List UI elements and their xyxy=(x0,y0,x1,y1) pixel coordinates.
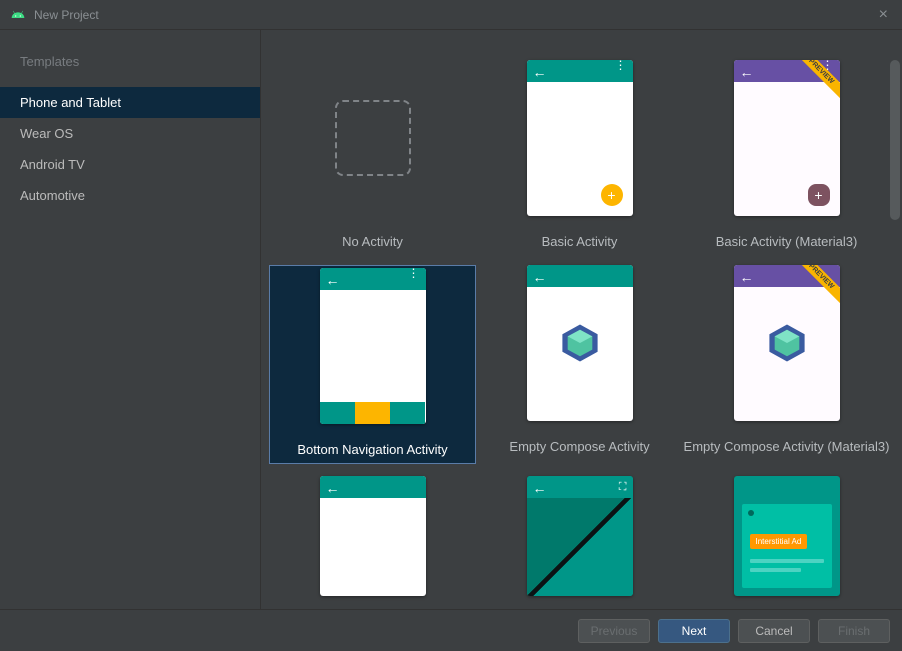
sidebar: Templates Phone and Tablet Wear OS Andro… xyxy=(0,30,261,609)
template-label: Bottom Navigation Activity xyxy=(270,438,475,461)
window-title: New Project xyxy=(34,8,99,22)
back-arrow-icon: ← xyxy=(533,64,547,80)
ad-lines xyxy=(750,559,824,572)
previous-button[interactable]: Previous xyxy=(578,619,650,643)
sidebar-item-phone-tablet[interactable]: Phone and Tablet xyxy=(0,87,260,118)
back-arrow-icon: ← xyxy=(326,480,340,496)
template-label: Basic Activity xyxy=(542,230,618,253)
template-basic-activity-m3[interactable]: ← ⋮ PREVIEW + Basic Activity (Material3) xyxy=(683,60,890,253)
next-button[interactable]: Next xyxy=(658,619,730,643)
template-ad-activity[interactable]: Interstitial Ad xyxy=(683,476,890,596)
template-no-activity[interactable]: No Activity xyxy=(269,60,476,253)
template-empty-compose-m3[interactable]: ← PREVIEW Empty Compose Activity (Materi… xyxy=(683,265,890,464)
diagonal-graphic xyxy=(527,498,633,596)
template-thumb xyxy=(320,60,426,216)
back-arrow-icon: ← xyxy=(533,269,547,285)
sidebar-item-automotive[interactable]: Automotive xyxy=(0,180,260,211)
template-label: Empty Compose Activity xyxy=(509,435,649,458)
appbar: ← xyxy=(320,476,426,498)
template-gallery: No Activity ← ⋮ + Basic Activity ← xyxy=(261,30,902,609)
sidebar-heading: Templates xyxy=(0,54,260,87)
titlebar: New Project × xyxy=(0,0,902,30)
fab-icon: + xyxy=(808,184,830,206)
back-arrow-icon: ← xyxy=(326,272,340,288)
bottom-nav-bar xyxy=(320,402,426,424)
close-icon[interactable]: × xyxy=(875,6,892,24)
back-arrow-icon: ← xyxy=(740,269,754,285)
template-thumb: ← xyxy=(320,476,426,596)
ad-card: Interstitial Ad xyxy=(742,504,832,588)
template-label: Basic Activity (Material3) xyxy=(716,230,858,253)
kebab-icon: ⋮ xyxy=(615,63,627,68)
template-empty-activity[interactable]: ← xyxy=(269,476,476,596)
kebab-icon: ⋮ xyxy=(408,271,420,276)
template-thumb: Interstitial Ad xyxy=(734,476,840,596)
compose-logo-icon xyxy=(558,321,602,365)
template-bottom-navigation[interactable]: ← ⋮ Bottom Navigation Activity xyxy=(269,265,476,464)
template-thumb: ← ⛶ xyxy=(527,476,633,596)
cancel-button[interactable]: Cancel xyxy=(738,619,810,643)
appbar: ← ⋮ xyxy=(320,268,426,290)
finish-button[interactable]: Finish xyxy=(818,619,890,643)
back-arrow-icon: ← xyxy=(740,64,754,80)
sidebar-item-android-tv[interactable]: Android TV xyxy=(0,149,260,180)
appbar: ← xyxy=(527,265,633,287)
template-fullscreen-activity[interactable]: ← ⛶ xyxy=(476,476,683,596)
ad-chip: Interstitial Ad xyxy=(750,534,808,549)
template-thumb: ← ⋮ PREVIEW + xyxy=(734,60,840,216)
template-label: No Activity xyxy=(342,230,403,253)
template-basic-activity[interactable]: ← ⋮ + Basic Activity xyxy=(476,60,683,253)
dot-icon xyxy=(748,510,754,516)
template-thumb: ← ⋮ xyxy=(320,268,426,424)
appbar: ← ⛶ xyxy=(527,476,633,498)
footer: Previous Next Cancel Finish xyxy=(0,609,902,651)
template-empty-compose[interactable]: ← Empty Compose Activity xyxy=(476,265,683,464)
template-label: Empty Compose Activity (Material3) xyxy=(684,435,890,458)
dashed-box-icon xyxy=(335,100,411,176)
scrollbar[interactable] xyxy=(890,60,900,220)
sidebar-item-wear-os[interactable]: Wear OS xyxy=(0,118,260,149)
fab-icon: + xyxy=(601,184,623,206)
template-thumb: ← xyxy=(527,265,633,421)
back-arrow-icon: ← xyxy=(533,480,547,496)
compose-logo-icon xyxy=(765,321,809,365)
fullscreen-icon: ⛶ xyxy=(619,481,627,494)
appbar: ← ⋮ xyxy=(527,60,633,82)
template-thumb: ← ⋮ + xyxy=(527,60,633,216)
android-icon xyxy=(10,7,26,23)
template-thumb: ← PREVIEW xyxy=(734,265,840,421)
